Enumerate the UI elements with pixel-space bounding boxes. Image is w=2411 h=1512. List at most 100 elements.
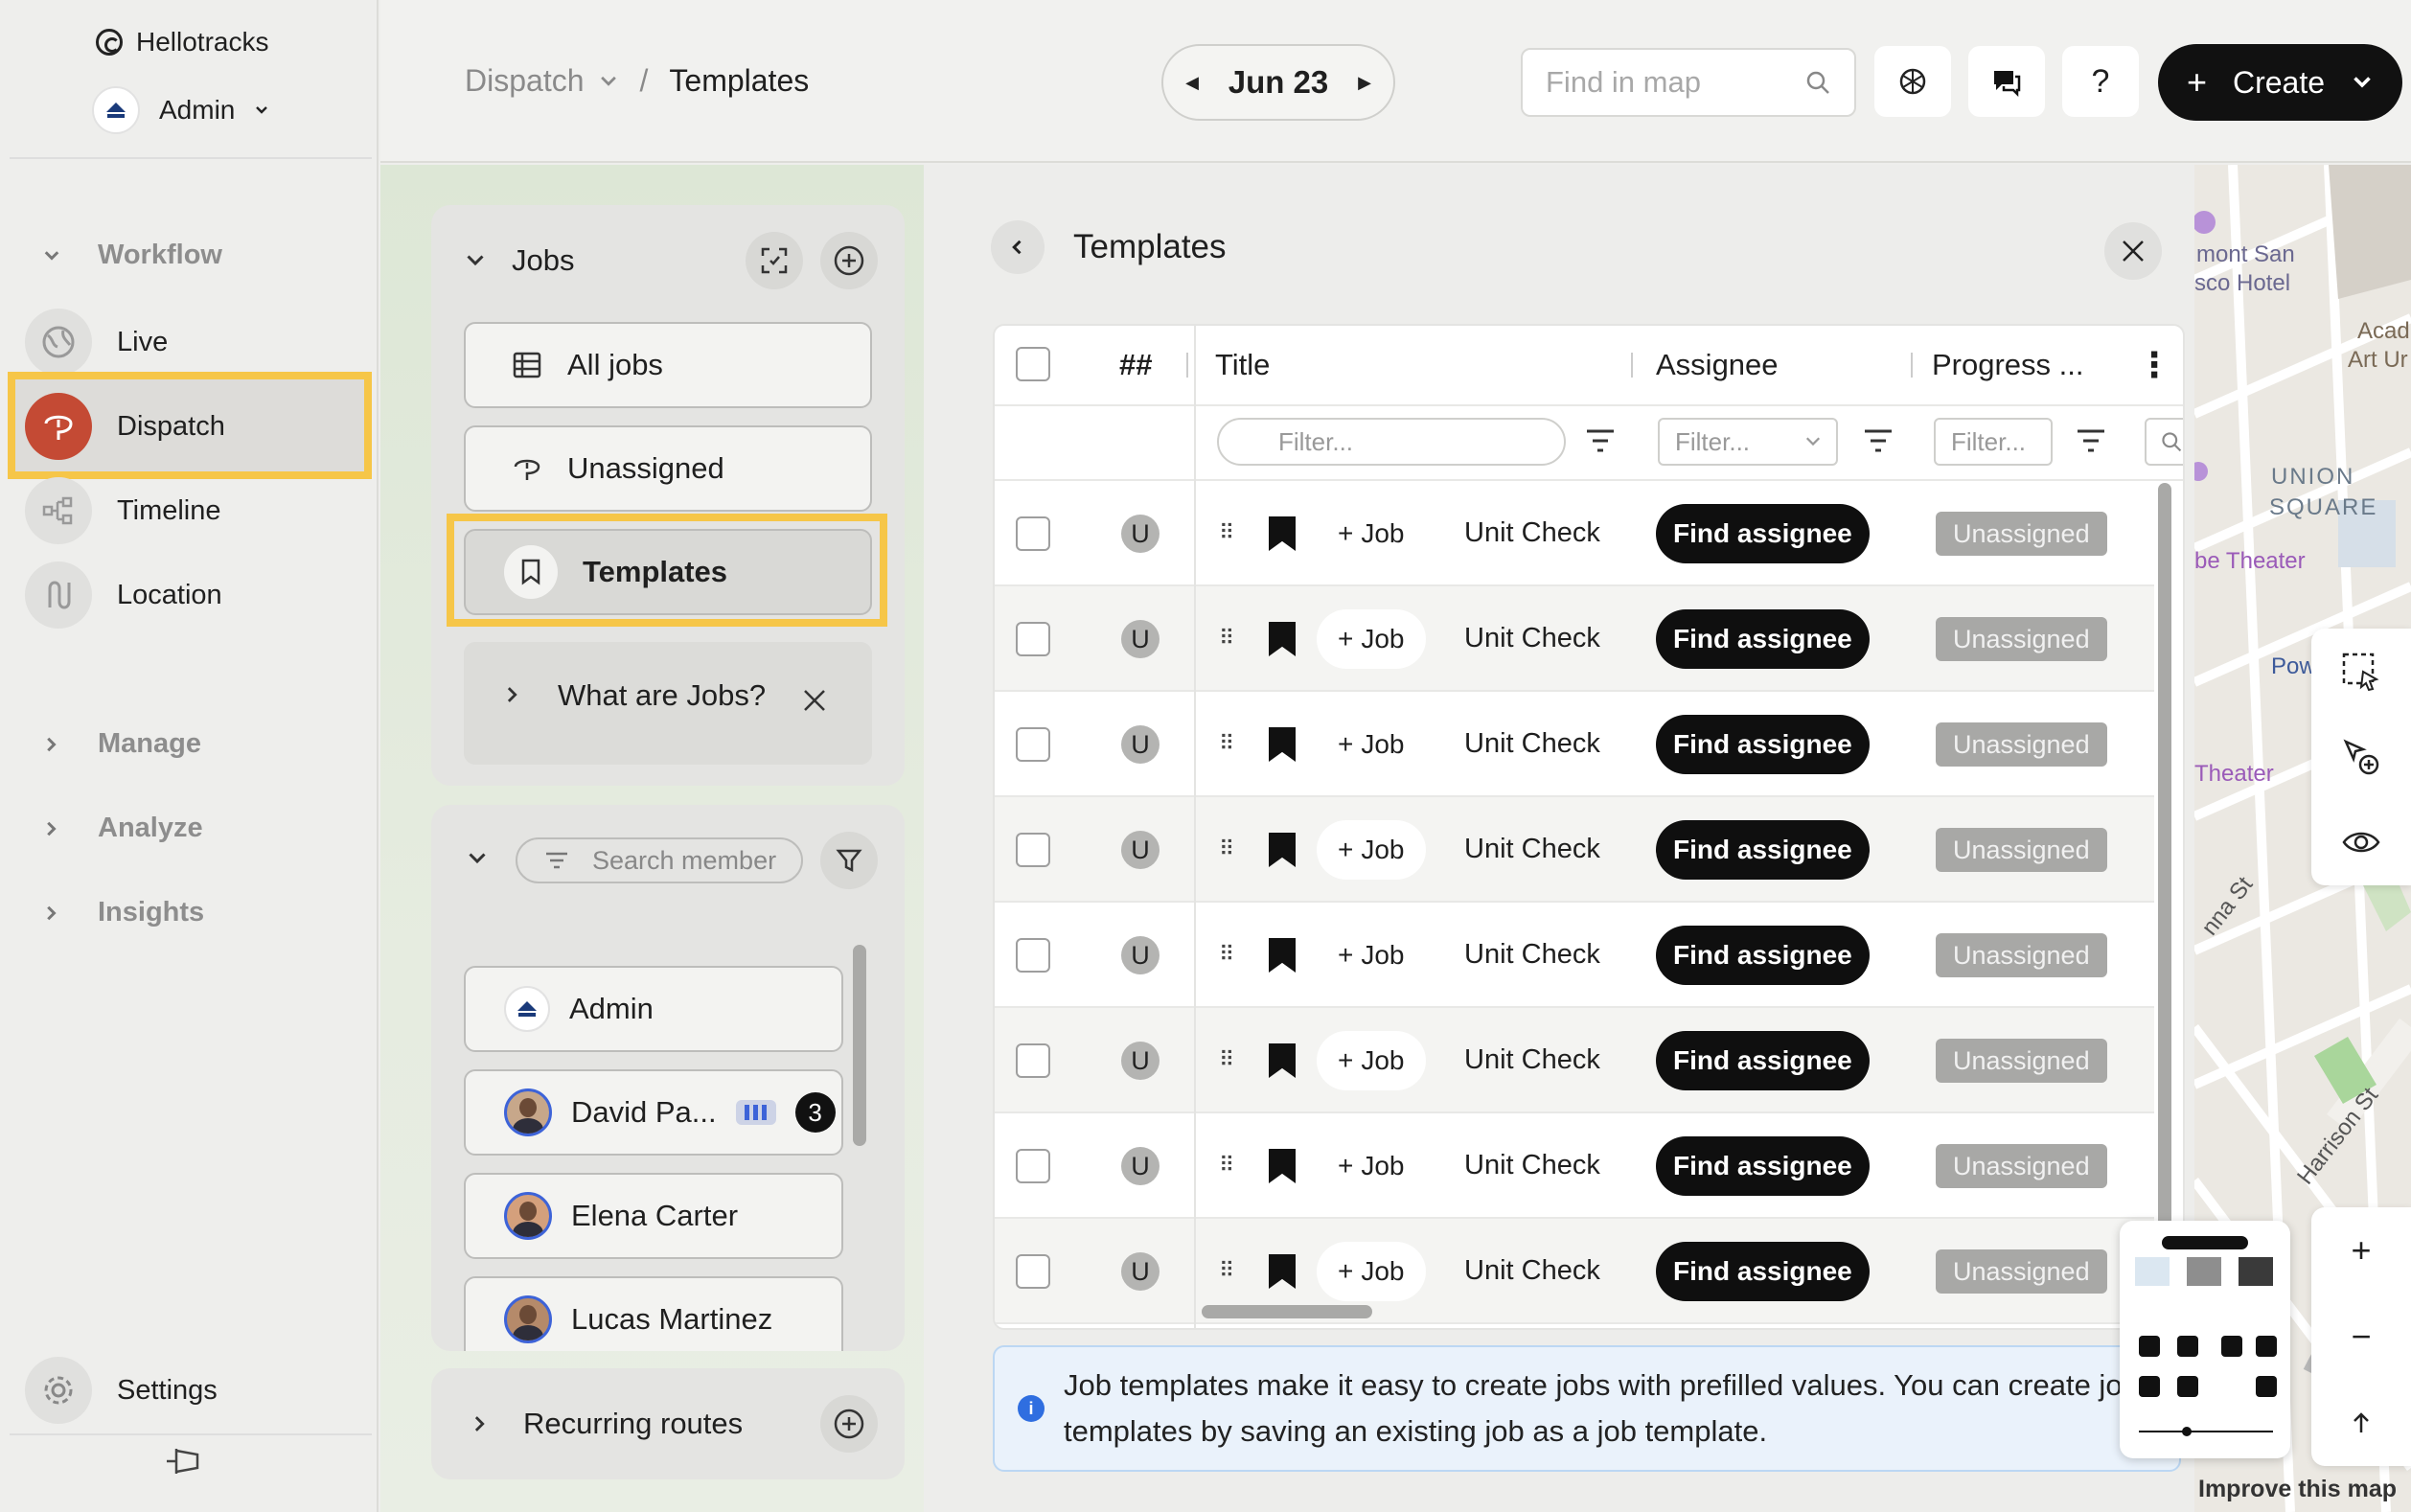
current-date[interactable]: Jun 23 (1228, 64, 1329, 101)
find-assignee-button[interactable]: Find assignee (1656, 715, 1870, 774)
compass-button[interactable] (2311, 1380, 2411, 1466)
title-filter-input[interactable]: Filter... (1217, 418, 1566, 466)
nav-section-analyze[interactable]: Analyze (42, 813, 203, 844)
find-assignee-button[interactable]: Find assignee (1656, 1136, 1870, 1196)
column-header-assignee[interactable]: Assignee (1656, 326, 1779, 404)
drag-handle-icon[interactable]: ⠿ (1219, 1258, 1234, 1283)
create-job-from-template-button[interactable]: + Job (1317, 1031, 1426, 1090)
create-button[interactable]: + Create (2158, 44, 2402, 121)
table-row[interactable]: U ⠿ + Job Unit Check Find assignee Unassigned (995, 903, 2154, 1008)
row-checkbox[interactable] (1016, 727, 1050, 762)
create-job-from-template-button[interactable]: + Job (1317, 504, 1426, 563)
chevron-down-icon[interactable] (598, 71, 619, 92)
find-assignee-button[interactable]: Find assignee (1656, 926, 1870, 985)
row-checkbox[interactable] (1016, 833, 1050, 867)
recurring-routes-panel[interactable]: Recurring routes (431, 1368, 905, 1479)
create-job-from-template-button[interactable]: + Job (1317, 1242, 1426, 1301)
map-layers-button[interactable] (2120, 1221, 2290, 1458)
drag-handle-icon[interactable]: ⠿ (1219, 1047, 1234, 1072)
find-assignee-button[interactable]: Find assignee (1656, 504, 1870, 563)
table-row[interactable]: U ⠿ + Job Unit Check Find assignee Unassigned (995, 1219, 2154, 1324)
pin-sidebar-icon[interactable] (165, 1445, 203, 1486)
close-panel-button[interactable] (2104, 222, 2162, 280)
sidebar-item-location[interactable]: Location (25, 561, 222, 629)
row-checkbox[interactable] (1016, 938, 1050, 973)
chevron-down-icon[interactable] (464, 249, 487, 272)
column-menu-icon[interactable]: ⋮ (2137, 326, 2171, 404)
table-row[interactable]: U ⠿ + Job Unit Check Find assignee Unassigned (995, 586, 2154, 692)
sidebar-item-settings[interactable]: Settings (25, 1357, 218, 1424)
jobs-header[interactable]: Jobs (464, 243, 574, 278)
column-header-title[interactable]: Title (1215, 326, 1270, 404)
ai-assistant-button[interactable] (1874, 46, 1951, 117)
find-assignee-button[interactable]: Find assignee (1656, 820, 1870, 880)
bookmark-icon[interactable] (1269, 516, 1296, 551)
nav-section-insights[interactable]: Insights (42, 897, 204, 928)
sidebar-item-dispatch[interactable]: Dispatch (25, 393, 225, 460)
bookmark-icon[interactable] (1269, 622, 1296, 656)
member-item-lucas[interactable]: Lucas Martinez (464, 1276, 843, 1351)
column-header-progress[interactable]: Progress ... (1932, 326, 2084, 404)
horizontal-scrollbar[interactable] (1202, 1305, 1372, 1318)
row-checkbox[interactable] (1016, 1043, 1050, 1078)
unassigned-jobs-button[interactable]: Unassigned (464, 425, 872, 512)
bookmark-icon[interactable] (1269, 727, 1296, 762)
member-item-elena[interactable]: Elena Carter (464, 1173, 843, 1259)
filter-lines-icon[interactable] (2076, 427, 2106, 454)
bookmark-icon[interactable] (1269, 1043, 1296, 1078)
next-day-icon[interactable]: ▶ (1345, 63, 1384, 102)
member-item-admin[interactable]: Admin (464, 966, 843, 1052)
member-search-input[interactable]: Search member (516, 837, 803, 883)
column-resizer[interactable] (1631, 353, 1633, 378)
map-search-input[interactable]: Find in map (1521, 48, 1856, 117)
column-resizer[interactable] (1911, 353, 1913, 378)
bookmark-icon[interactable] (1269, 1149, 1296, 1183)
add-route-button[interactable] (820, 1395, 878, 1453)
what-are-jobs-card[interactable]: What are Jobs? (464, 642, 872, 765)
create-job-from-template-button[interactable]: + Job (1317, 926, 1426, 985)
chevron-down-icon[interactable] (2351, 71, 2374, 94)
drag-handle-icon[interactable]: ⠿ (1219, 626, 1234, 651)
add-job-button[interactable] (820, 232, 878, 289)
column-header-num[interactable]: ## (1119, 326, 1152, 404)
date-picker[interactable]: ◀ Jun 23 ▶ (1161, 44, 1395, 121)
org-switcher[interactable]: Hellotracks (96, 27, 268, 57)
table-search-button[interactable] (2145, 418, 2183, 466)
filter-lines-icon[interactable] (1863, 427, 1894, 454)
prev-day-icon[interactable]: ◀ (1173, 63, 1211, 102)
row-checkbox[interactable] (1016, 1149, 1050, 1183)
members-scrollbar[interactable] (853, 945, 866, 1146)
find-assignee-button[interactable]: Find assignee (1656, 1031, 1870, 1090)
breadcrumb-dispatch[interactable]: Dispatch (465, 63, 585, 99)
select-all-checkbox[interactable] (1016, 347, 1050, 381)
table-row[interactable]: U ⠿ + Job Unit Check Find assignee Unassigned (995, 797, 2154, 903)
find-assignee-button[interactable]: Find assignee (1656, 609, 1870, 669)
add-place-button[interactable] (2311, 714, 2411, 799)
chevron-down-icon[interactable] (466, 847, 489, 870)
row-checkbox[interactable] (1016, 1254, 1050, 1289)
table-row[interactable]: U ⠿ + Job Unit Check Find assignee Unassigned (995, 692, 2154, 797)
sidebar-item-timeline[interactable]: Timeline (25, 477, 221, 544)
drag-handle-icon[interactable]: ⠿ (1219, 1153, 1234, 1178)
chat-button[interactable] (1968, 46, 2045, 117)
help-button[interactable]: ? (2062, 46, 2139, 117)
create-job-from-template-button[interactable]: + Job (1317, 715, 1426, 774)
create-job-from-template-button[interactable]: + Job (1317, 1136, 1426, 1196)
bookmark-icon[interactable] (1269, 833, 1296, 867)
all-jobs-button[interactable]: All jobs (464, 322, 872, 408)
assignee-filter-select[interactable]: Filter... (1658, 418, 1838, 466)
table-row[interactable]: U ⠿ + Job Unit Check Find assignee Unassigned (995, 481, 2154, 586)
member-item-david[interactable]: David Pa... 3 (464, 1069, 843, 1156)
bookmark-icon[interactable] (1269, 1254, 1296, 1289)
vertical-scrollbar[interactable] (2158, 483, 2171, 1307)
import-jobs-button[interactable] (746, 232, 803, 289)
table-row[interactable]: U ⠿ + Job Unit Check Find assignee Unassigned (995, 1113, 2154, 1219)
visibility-button[interactable] (2311, 799, 2411, 884)
row-checkbox[interactable] (1016, 622, 1050, 656)
filter-lines-icon[interactable] (1585, 427, 1616, 454)
close-icon[interactable] (800, 686, 829, 715)
nav-section-manage[interactable]: Manage (42, 728, 201, 760)
zoom-out-button[interactable]: − (2311, 1294, 2411, 1380)
column-resizer[interactable] (1186, 353, 1188, 378)
progress-filter-input[interactable]: Filter... (1934, 418, 2053, 466)
